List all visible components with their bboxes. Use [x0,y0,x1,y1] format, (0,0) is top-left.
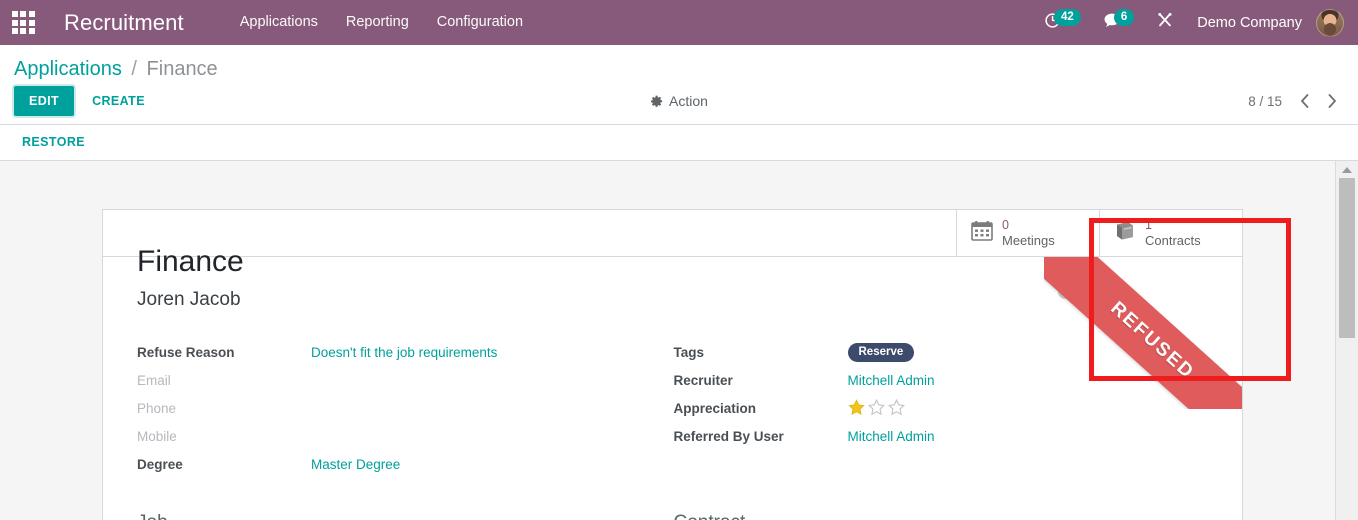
scrollbar-thumb[interactable] [1339,178,1355,338]
menu-item-reporting[interactable]: Reporting [332,0,423,45]
pager: 8 / 15 [1248,89,1344,113]
field-appreciation: Appreciation [674,398,1209,419]
appreciation-rating[interactable] [847,398,905,416]
debug-menu-button[interactable] [1145,0,1185,45]
candidate-name: Joren Jacob [137,289,241,310]
app-brand-title[interactable]: Recruitment [64,10,184,36]
page-title: Finance [137,245,244,278]
field-tags: Tags Reserve [674,342,1209,363]
restore-button[interactable]: RESTORE [22,135,85,149]
tools-icon [1156,11,1174,34]
menu-item-configuration[interactable]: Configuration [423,0,537,45]
messages-count-badge: 6 [1113,9,1135,26]
content-area: 0 Meetings 1 Contracts REFUSED Finance J… [0,161,1358,520]
create-button[interactable]: CREATE [80,87,157,115]
field-label-refuse-reason: Refuse Reason [137,345,235,360]
pager-value[interactable]: 8 / 15 [1248,94,1288,109]
gear-icon [650,95,663,108]
field-value-recruiter[interactable]: Mitchell Admin [848,370,935,391]
chevron-left-icon[interactable] [1292,89,1316,113]
form-columns: Refuse Reason Doesn't fit the job requir… [137,342,1208,482]
apps-menu-button[interactable] [0,0,46,45]
vertical-scrollbar[interactable] [1335,161,1358,520]
field-label-recruiter: Recruiter [673,373,733,388]
control-panel: Applications / Finance EDIT CREATE Actio… [0,45,1358,125]
field-label-referred-by-user: Referred By User [673,429,784,444]
field-label-tags: Tags [673,345,705,360]
tag-reserve[interactable]: Reserve [847,343,915,362]
status-action-bar: RESTORE [0,125,1358,161]
form-body: Finance Joren Jacob Refuse Reason Doesn'… [103,210,1242,520]
control-panel-buttons: EDIT CREATE Action 8 / 15 [0,86,1358,124]
star-icon-3[interactable] [887,398,905,416]
field-degree: Degree Master Degree [137,454,673,475]
field-referred-by-user: Referred By User Mitchell Admin [674,426,1209,447]
form-column-left: Refuse Reason Doesn't fit the job requir… [137,342,673,482]
form-sections: Job Contract [137,510,1208,520]
section-heading-contract: Contract [673,510,1209,520]
menu-item-applications[interactable]: Applications [226,0,332,45]
apps-grid-icon [11,11,35,34]
field-label-mobile: Mobile [137,429,177,444]
company-switcher[interactable]: Demo Company [1185,15,1314,31]
field-value-refuse-reason[interactable]: Doesn't fit the job requirements [311,342,497,363]
breadcrumb-root-link[interactable]: Applications [14,58,122,80]
field-label-degree: Degree [137,457,183,472]
top-navbar: Recruitment Applications Reporting Confi… [0,0,1358,45]
main-menu: Applications Reporting Configuration [226,0,537,45]
field-value-degree[interactable]: Master Degree [311,454,400,475]
field-value-referred-by-user[interactable]: Mitchell Admin [848,426,935,447]
breadcrumb: Applications / Finance [0,45,1358,86]
form-sheet: 0 Meetings 1 Contracts REFUSED Finance J… [102,209,1243,520]
field-mobile: Mobile [137,426,673,447]
field-label-email: Email [137,373,171,388]
field-value-tags: Reserve [847,342,915,362]
breadcrumb-current: Finance [146,58,218,80]
breadcrumb-separator: / [131,58,137,80]
star-icon-1[interactable] [847,399,865,416]
action-menu-label: Action [669,93,708,109]
user-avatar[interactable] [1316,8,1344,37]
field-phone: Phone [137,398,673,419]
messages-menu-button[interactable]: 6 [1092,0,1145,45]
field-label-phone: Phone [137,401,177,416]
systray: 42 6 Demo Company [1033,0,1346,45]
scroll-up-arrow-icon[interactable] [1336,161,1358,178]
field-refuse-reason: Refuse Reason Doesn't fit the job requir… [137,342,673,363]
activities-count-badge: 42 [1054,9,1081,26]
star-icon-2[interactable] [867,398,885,416]
field-email: Email [137,370,673,391]
action-menu-button[interactable]: Action [650,93,708,109]
edit-button[interactable]: EDIT [14,86,75,116]
form-column-right: Tags Reserve Recruiter Mitchell Admin Ap… [673,342,1209,482]
chevron-right-icon[interactable] [1320,89,1344,113]
field-label-appreciation: Appreciation [673,401,757,416]
form-view-background: 0 Meetings 1 Contracts REFUSED Finance J… [0,161,1335,520]
field-recruiter: Recruiter Mitchell Admin [674,370,1209,391]
section-heading-job: Job [137,510,673,520]
activities-menu-button[interactable]: 42 [1033,0,1092,45]
